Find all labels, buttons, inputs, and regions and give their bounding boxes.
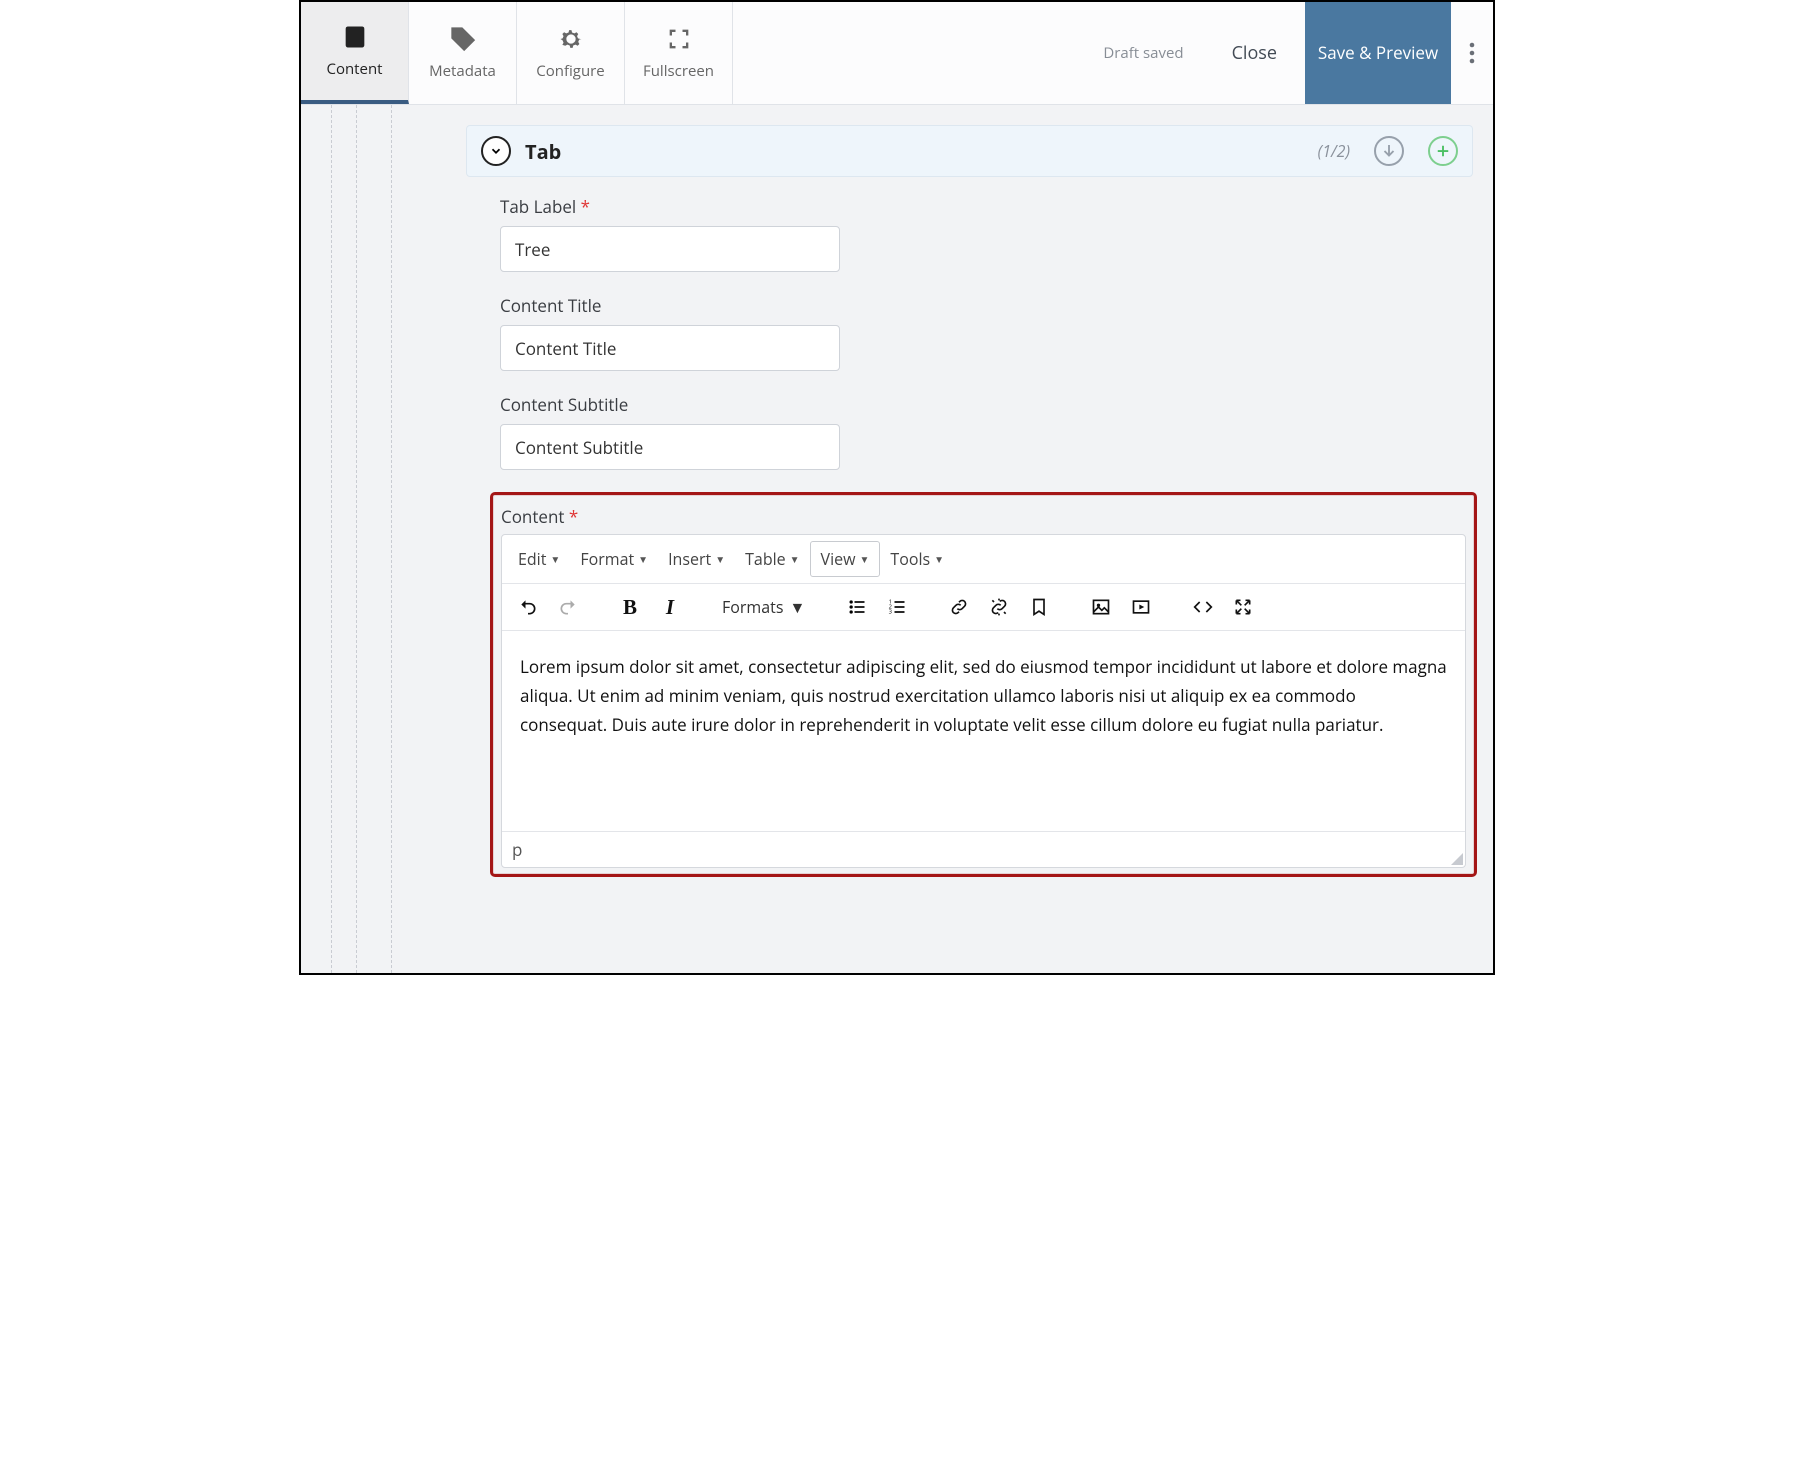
app-frame: Content Metadata Configure Fullscreen Dr… <box>299 0 1495 975</box>
tab-label: Content <box>327 59 383 79</box>
collapse-toggle[interactable] <box>481 136 511 166</box>
image-icon <box>1091 597 1111 617</box>
section-title: Tab <box>525 138 561 165</box>
move-down-button[interactable] <box>1374 136 1404 166</box>
unlink-icon <box>989 597 1009 617</box>
arrow-down-icon <box>1380 142 1398 160</box>
expand-icon <box>1233 597 1253 617</box>
tab-metadata[interactable]: Metadata <box>409 2 517 104</box>
editor-statusbar: p <box>502 831 1465 867</box>
link-icon <box>949 597 969 617</box>
svg-text:3: 3 <box>889 608 892 616</box>
undo-button[interactable] <box>508 590 548 624</box>
tab-label: Configure <box>536 61 604 81</box>
topbar: Content Metadata Configure Fullscreen Dr… <box>301 2 1493 105</box>
formats-dropdown[interactable]: Formats▼ <box>712 590 815 624</box>
media-icon <box>1131 597 1151 617</box>
menu-view[interactable]: View▼ <box>810 541 881 577</box>
unlink-button[interactable] <box>979 590 1019 624</box>
plus-icon <box>1434 142 1452 160</box>
menu-format[interactable]: Format▼ <box>570 541 658 577</box>
caret-down-icon: ▼ <box>550 552 560 566</box>
section-fields: Tab Label * Content Title Content Subtit… <box>466 195 1473 470</box>
media-button[interactable] <box>1121 590 1161 624</box>
tab-fullscreen[interactable]: Fullscreen <box>625 2 733 104</box>
field-tab-label: Tab Label * <box>500 195 1473 272</box>
caret-down-icon: ▼ <box>934 552 944 566</box>
fullscreen-editor-button[interactable] <box>1223 590 1263 624</box>
rich-text-editor: Edit▼ Format▼ Insert▼ Table▼ View▼ Tools… <box>501 534 1466 868</box>
fullscreen-icon <box>665 25 693 53</box>
italic-button[interactable]: I <box>650 590 690 624</box>
editor-body[interactable]: Lorem ipsum dolor sit amet, consectetur … <box>502 631 1465 831</box>
field-label: Content Subtitle <box>500 393 1473 416</box>
tag-icon <box>449 25 477 53</box>
image-button[interactable] <box>1081 590 1121 624</box>
section-header-tab: Tab (1/2) <box>466 125 1473 177</box>
field-label: Content Title <box>500 294 1473 317</box>
caret-down-icon: ▼ <box>789 596 805 618</box>
bold-icon: B <box>623 595 637 620</box>
tab-content[interactable]: Content <box>301 2 409 104</box>
content-subtitle-input[interactable] <box>500 424 840 470</box>
more-menu-button[interactable] <box>1451 2 1493 104</box>
bullet-list-button[interactable] <box>837 590 877 624</box>
tab-label: Metadata <box>429 61 496 81</box>
editor-toolbar: B I Formats▼ 123 <box>502 584 1465 631</box>
bold-button[interactable]: B <box>610 590 650 624</box>
menu-tools[interactable]: Tools▼ <box>880 541 954 577</box>
source-code-button[interactable] <box>1183 590 1223 624</box>
menu-table[interactable]: Table▼ <box>735 541 809 577</box>
caret-down-icon: ▼ <box>790 552 800 566</box>
undo-icon <box>518 597 538 617</box>
nesting-gutters <box>311 105 466 973</box>
chevron-down-icon <box>489 144 503 158</box>
field-label: Tab Label * <box>500 195 1473 218</box>
redo-icon <box>558 597 578 617</box>
field-content-title: Content Title <box>500 294 1473 371</box>
document-icon <box>341 23 369 51</box>
save-preview-label: Save & Preview <box>1318 41 1438 65</box>
redo-button[interactable] <box>548 590 588 624</box>
field-content-subtitle: Content Subtitle <box>500 393 1473 470</box>
italic-icon: I <box>666 595 674 620</box>
link-button[interactable] <box>939 590 979 624</box>
field-label: Content * <box>501 505 1466 528</box>
bullet-list-icon <box>847 597 867 617</box>
anchor-button[interactable] <box>1019 590 1059 624</box>
resize-grip[interactable] <box>1449 851 1463 865</box>
numbered-list-button[interactable]: 123 <box>877 590 917 624</box>
close-button[interactable]: Close <box>1204 41 1305 65</box>
code-icon <box>1193 597 1213 617</box>
bookmark-icon <box>1029 597 1049 617</box>
work-area: Tab (1/2) Tab Label * Content Title <box>301 105 1493 973</box>
caret-down-icon: ▼ <box>638 552 648 566</box>
tab-label: Fullscreen <box>643 61 714 81</box>
required-mark: * <box>581 195 590 218</box>
tab-label-input[interactable] <box>500 226 840 272</box>
tab-configure[interactable]: Configure <box>517 2 625 104</box>
menu-insert[interactable]: Insert▼ <box>658 541 735 577</box>
draft-saved-status: Draft saved <box>1103 43 1183 63</box>
menu-edit[interactable]: Edit▼ <box>508 541 570 577</box>
section-counter: (1/2) <box>1318 140 1350 162</box>
required-mark: * <box>569 505 578 528</box>
editor-menubar: Edit▼ Format▼ Insert▼ Table▼ View▼ Tools… <box>502 535 1465 584</box>
caret-down-icon: ▼ <box>860 552 870 566</box>
caret-down-icon: ▼ <box>715 552 725 566</box>
dots-vertical-icon <box>1469 41 1475 65</box>
numbered-list-icon: 123 <box>887 597 907 617</box>
content-editor-highlight: Content * Edit▼ Format▼ Insert▼ Table▼ V… <box>490 492 1477 877</box>
editor-path[interactable]: p <box>512 838 522 861</box>
content-title-input[interactable] <box>500 325 840 371</box>
gear-icon <box>557 25 585 53</box>
save-preview-button[interactable]: Save & Preview <box>1305 2 1451 104</box>
add-item-button[interactable] <box>1428 136 1458 166</box>
